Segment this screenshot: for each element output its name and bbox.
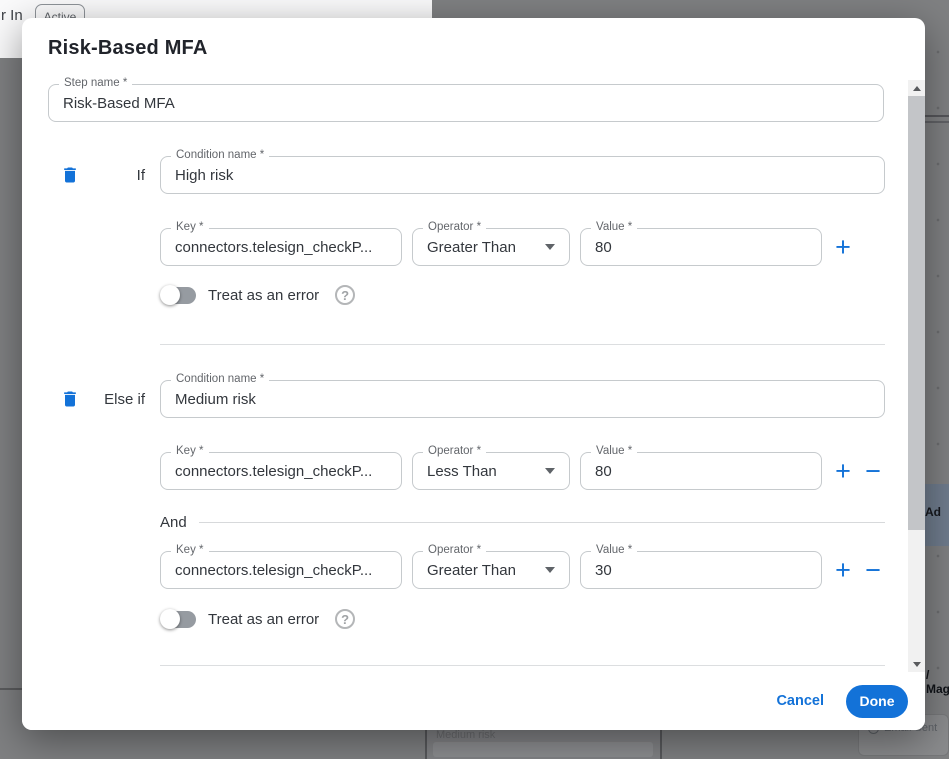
operator-label: Operator * <box>423 221 486 233</box>
condition-keyword: If <box>80 167 160 184</box>
minus-icon: − <box>865 555 881 585</box>
done-button[interactable]: Done <box>846 685 908 718</box>
add-rule-button[interactable]: + <box>832 556 854 584</box>
key-label: Key * <box>171 445 209 457</box>
rule-row: Key * Operator * Less Than Value * + − <box>160 452 885 490</box>
condition-gutter: If <box>22 156 160 194</box>
value-input[interactable] <box>595 463 807 480</box>
scroll-up-button[interactable] <box>908 80 925 96</box>
background-text-fragment: Ad <box>925 505 941 519</box>
trash-icon <box>60 164 80 186</box>
background-panel-bar <box>433 742 653 757</box>
condition-block-elseif: Else if Condition name * Key * Operator … <box>22 380 925 630</box>
operator-value: Greater Than <box>427 562 516 579</box>
plus-icon: + <box>835 555 851 585</box>
operator-label: Operator * <box>423 544 486 556</box>
arrow-down-icon <box>913 662 921 667</box>
rule-row: Key * Operator * Greater Than Value * + <box>160 228 885 266</box>
risk-based-mfa-dialog: Risk-Based MFA Step name * If Condition … <box>22 18 925 730</box>
value-label: Value * <box>591 445 637 457</box>
help-icon[interactable]: ? <box>335 609 355 629</box>
key-label: Key * <box>171 544 209 556</box>
condition-name-input[interactable] <box>175 167 870 184</box>
step-name-field[interactable]: Step name * <box>48 84 884 122</box>
and-joiner: And <box>160 514 885 530</box>
value-field[interactable]: Value * <box>580 551 822 589</box>
condition-main: Condition name * Key * Operator * Greate… <box>160 156 885 306</box>
chevron-down-icon <box>545 468 555 474</box>
joiner-line <box>199 522 885 523</box>
key-input[interactable] <box>175 562 387 579</box>
background-edge-line <box>925 115 949 117</box>
treat-as-error-label: Treat as an error <box>208 287 319 304</box>
treat-as-error-row: Treat as an error ? <box>160 284 885 306</box>
chevron-down-icon <box>545 244 555 250</box>
and-label: And <box>160 514 187 531</box>
operator-select[interactable]: Operator * Greater Than <box>412 551 570 589</box>
background-text-fragment: / Mag <box>926 668 949 696</box>
background-text-fragment: Medium risk <box>436 729 495 741</box>
condition-name-input[interactable] <box>175 391 870 408</box>
operator-value: Less Than <box>427 463 497 480</box>
operator-select[interactable]: Operator * Greater Than <box>412 228 570 266</box>
add-rule-button[interactable]: + <box>832 233 854 261</box>
background-edge-line <box>0 688 24 690</box>
background-edge-line <box>925 121 949 123</box>
add-rule-button[interactable]: + <box>832 457 854 485</box>
value-label: Value * <box>591 544 637 556</box>
cancel-button[interactable]: Cancel <box>776 693 824 709</box>
operator-value: Greater Than <box>427 239 516 256</box>
scroll-down-button[interactable] <box>908 656 925 672</box>
scrollbar-thumb[interactable] <box>908 96 925 530</box>
delete-condition-button[interactable] <box>60 388 80 410</box>
dialog-title: Risk-Based MFA <box>48 37 925 60</box>
toggle-knob <box>160 609 180 629</box>
remove-rule-button[interactable]: − <box>862 457 884 485</box>
condition-name-field[interactable]: Condition name * <box>160 380 885 418</box>
treat-as-error-row: Treat as an error ? <box>160 608 885 630</box>
key-field[interactable]: Key * <box>160 551 402 589</box>
condition-gutter: Else if <box>22 380 160 418</box>
key-field[interactable]: Key * <box>160 228 402 266</box>
operator-select[interactable]: Operator * Less Than <box>412 452 570 490</box>
remove-rule-button[interactable]: − <box>862 556 884 584</box>
condition-name-label: Condition name * <box>171 373 269 385</box>
treat-as-error-toggle[interactable] <box>160 285 196 305</box>
key-label: Key * <box>171 221 209 233</box>
condition-keyword: Else if <box>80 391 160 408</box>
background-text-fragment: r In <box>1 7 23 24</box>
delete-condition-button[interactable] <box>60 164 80 186</box>
key-input[interactable] <box>175 239 387 256</box>
key-field[interactable]: Key * <box>160 452 402 490</box>
trash-icon <box>60 388 80 410</box>
chevron-down-icon <box>545 567 555 573</box>
condition-name-field[interactable]: Condition name * <box>160 156 885 194</box>
treat-as-error-label: Treat as an error <box>208 611 319 628</box>
value-field[interactable]: Value * <box>580 452 822 490</box>
section-divider <box>160 344 885 345</box>
arrow-up-icon <box>913 86 921 91</box>
value-input[interactable] <box>595 562 807 579</box>
dialog-scrollbar[interactable] <box>908 80 925 672</box>
operator-label: Operator * <box>423 445 486 457</box>
condition-name-label: Condition name * <box>171 149 269 161</box>
step-name-input[interactable] <box>63 95 869 112</box>
step-name-label: Step name * <box>59 77 132 89</box>
key-input[interactable] <box>175 463 387 480</box>
help-icon[interactable]: ? <box>335 285 355 305</box>
plus-icon: + <box>835 232 851 262</box>
value-field[interactable]: Value * <box>580 228 822 266</box>
section-divider <box>160 665 885 666</box>
condition-block-if: If Condition name * Key * Operator * Gre… <box>22 156 925 306</box>
value-input[interactable] <box>595 239 807 256</box>
value-label: Value * <box>591 221 637 233</box>
treat-as-error-toggle[interactable] <box>160 609 196 629</box>
dialog-footer: Cancel Done <box>22 672 925 730</box>
minus-icon: − <box>865 456 881 486</box>
condition-main: Condition name * Key * Operator * Less T… <box>160 380 885 630</box>
plus-icon: + <box>835 456 851 486</box>
toggle-knob <box>160 285 180 305</box>
rule-row: Key * Operator * Greater Than Value * + … <box>160 551 885 589</box>
